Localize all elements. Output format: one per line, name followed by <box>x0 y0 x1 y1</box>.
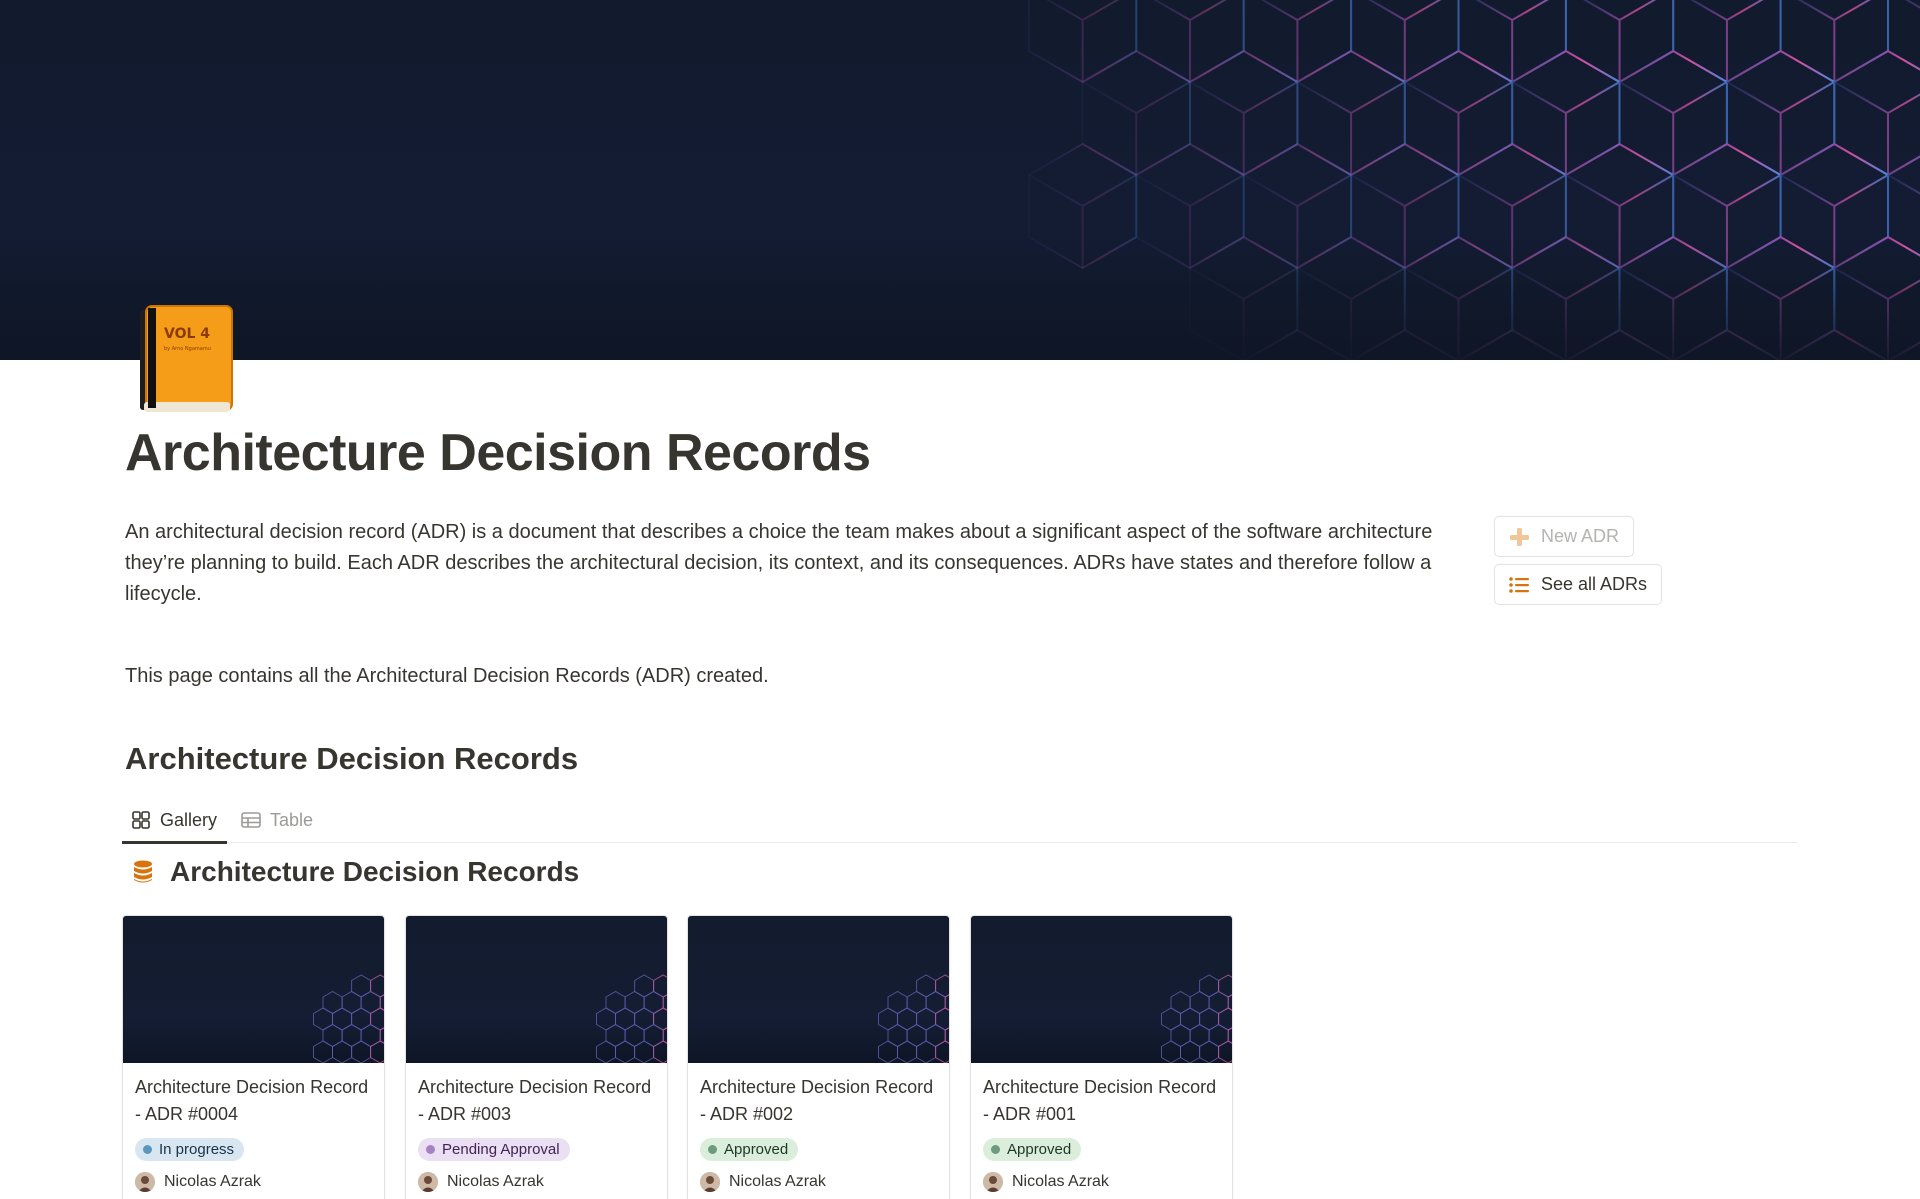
avatar <box>983 1172 1003 1192</box>
page-title: Architecture Decision Records <box>125 424 871 482</box>
see-all-adrs-label: See all ADRs <box>1541 574 1648 594</box>
tab-gallery[interactable]: Gallery <box>121 797 228 844</box>
book-icon[interactable]: VOL 4 by Arno Ngamamu <box>136 300 236 416</box>
avatar <box>418 1172 438 1192</box>
card-title: Architecture Decision Record - ADR #001 <box>983 1077 1217 1124</box>
status-dot <box>991 1145 1000 1154</box>
database-icon <box>130 857 156 887</box>
svg-text:VOL 4: VOL 4 <box>164 326 210 342</box>
status-label: Approved <box>1007 1141 1072 1158</box>
status-label: Pending Approval <box>442 1141 560 1158</box>
author-name: Nicolas Azrak <box>447 1173 544 1190</box>
plus-icon <box>1507 525 1531 549</box>
card-author: Nicolas Azrak <box>700 1172 826 1192</box>
new-adr-button[interactable]: New ADR <box>1494 516 1635 557</box>
status-label: Approved <box>724 1141 789 1158</box>
page-cover <box>0 0 1920 360</box>
avatar <box>135 1172 155 1192</box>
see-all-adrs-button[interactable]: See all ADRs <box>1494 564 1663 605</box>
card-author: Nicolas Azrak <box>418 1172 544 1192</box>
gallery-card[interactable]: Architecture Decision Record - ADR #003 … <box>405 915 668 1199</box>
status-badge[interactable]: Approved <box>700 1138 799 1161</box>
list-icon <box>1507 573 1531 597</box>
card-title: Architecture Decision Record - ADR #002 <box>700 1077 934 1124</box>
status-badge[interactable]: In progress <box>135 1138 245 1161</box>
status-dot <box>143 1145 152 1154</box>
svg-text:by Arno Ngamamu: by Arno Ngamamu <box>164 346 211 352</box>
card-title: Architecture Decision Record - ADR #003 <box>418 1077 652 1124</box>
card-cover <box>406 916 667 1063</box>
card-cover <box>123 916 384 1063</box>
card-author: Nicolas Azrak <box>983 1172 1109 1192</box>
view-tabs: Gallery Table <box>121 797 1797 844</box>
card-title: Architecture Decision Record - ADR #0004 <box>135 1077 369 1124</box>
gallery-icon <box>130 809 152 831</box>
status-badge[interactable]: Pending Approval <box>418 1138 570 1161</box>
avatar <box>700 1172 720 1192</box>
tab-table-label: Table <box>270 809 314 830</box>
database-title[interactable]: Architecture Decision Records <box>130 856 579 888</box>
database-title-label: Architecture Decision Records <box>170 856 580 887</box>
card-cover <box>971 916 1232 1063</box>
status-dot <box>426 1145 435 1154</box>
tab-gallery-label: Gallery <box>160 809 218 830</box>
gallery-card[interactable]: Architecture Decision Record - ADR #0004… <box>122 915 385 1199</box>
status-dot <box>708 1145 717 1154</box>
author-name: Nicolas Azrak <box>164 1173 261 1190</box>
tab-table[interactable]: Table <box>240 797 313 843</box>
page-note: This page contains all the Architectural… <box>125 665 769 687</box>
page-description: An architectural decision record (ADR) i… <box>125 521 1433 605</box>
gallery-card[interactable]: Architecture Decision Record - ADR #002 … <box>687 915 950 1199</box>
new-adr-label: New ADR <box>1541 526 1620 546</box>
status-label: In progress <box>159 1141 235 1158</box>
gallery-card[interactable]: Architecture Decision Record - ADR #001 … <box>970 915 1233 1199</box>
author-name: Nicolas Azrak <box>1012 1173 1109 1190</box>
card-author: Nicolas Azrak <box>135 1172 261 1192</box>
hexagon-pattern <box>0 0 1920 360</box>
table-icon <box>240 809 262 831</box>
author-name: Nicolas Azrak <box>729 1173 826 1190</box>
section-heading: Architecture Decision Records <box>125 741 579 776</box>
card-cover <box>688 916 949 1063</box>
status-badge[interactable]: Approved <box>983 1138 1082 1161</box>
